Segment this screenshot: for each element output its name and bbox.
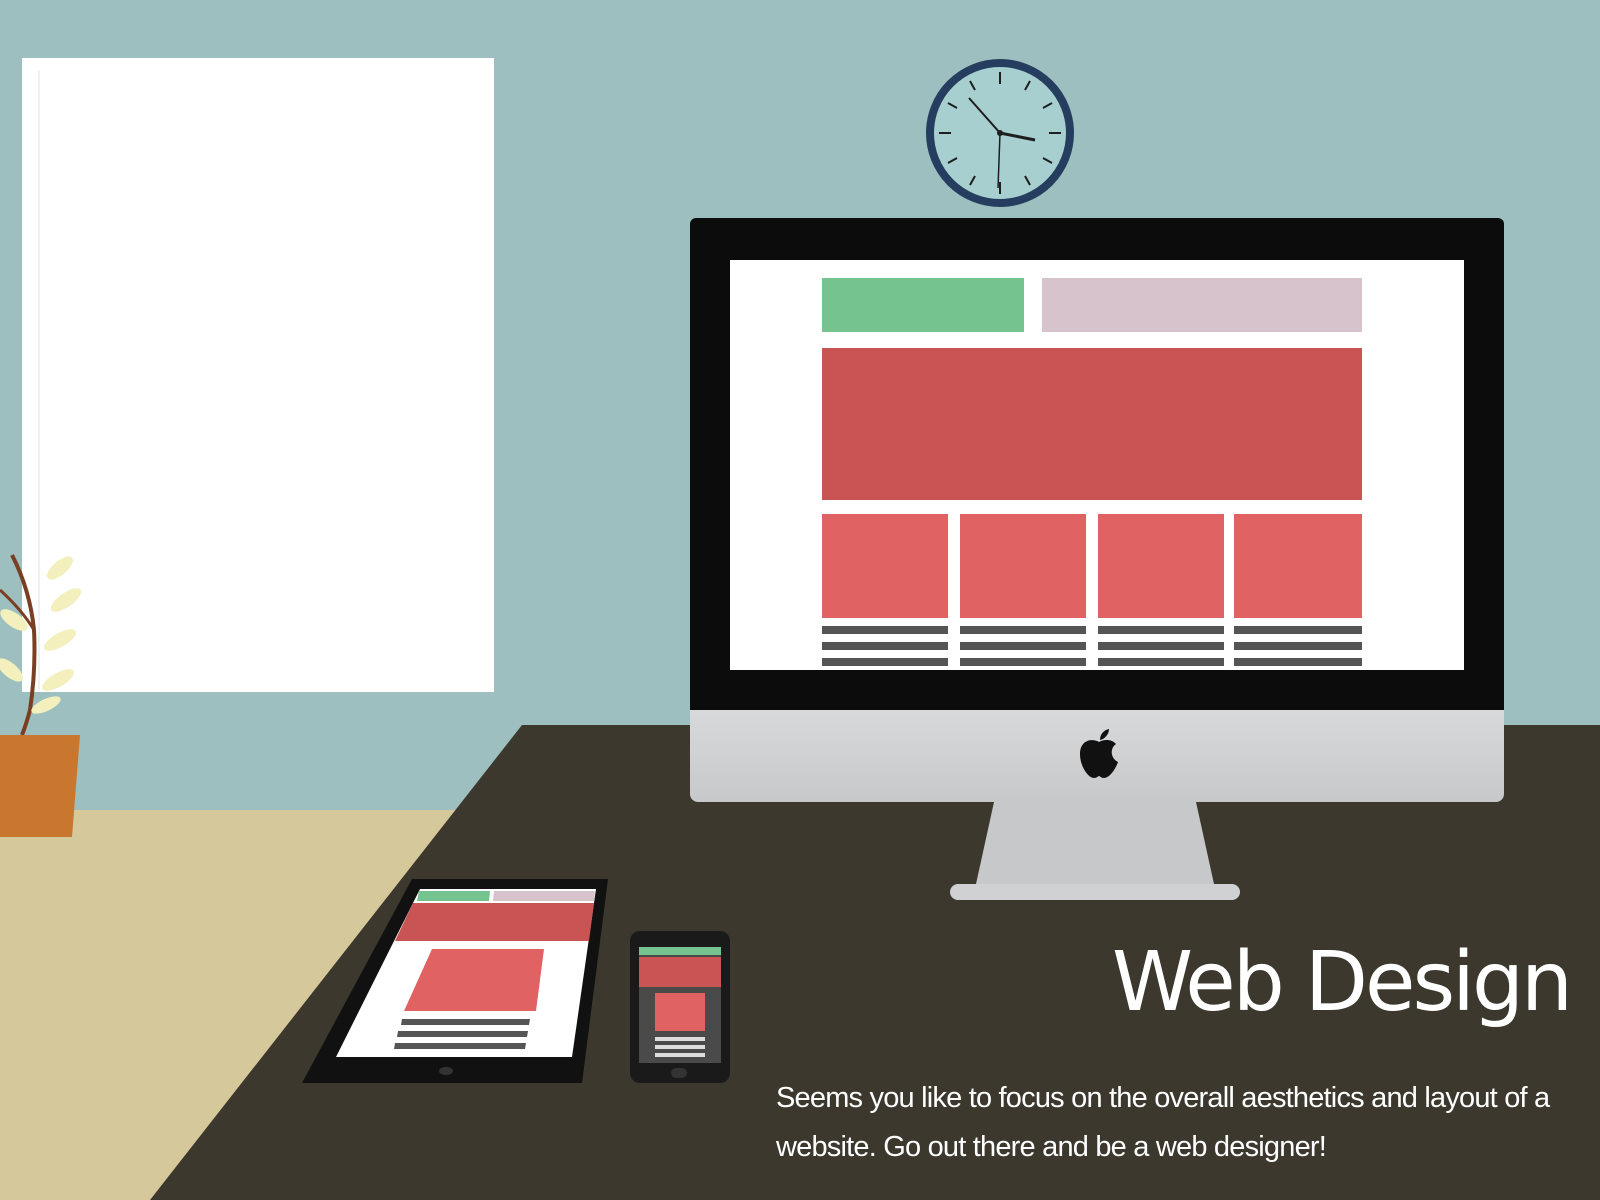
tablet-device [302, 879, 608, 1083]
wireframe-tile-1 [822, 514, 948, 618]
wireframe-text-bar [1098, 642, 1224, 650]
wireframe-text-bar [960, 658, 1086, 666]
apple-logo-icon [1080, 729, 1118, 778]
wireframe-logo-block [822, 278, 1024, 332]
phone-screen [639, 947, 721, 1063]
wireframe-nav-block [1042, 278, 1362, 332]
wireframe-tile-4 [1234, 514, 1362, 618]
wireframe-tile-2 [960, 514, 1086, 618]
desktop-monitor [690, 218, 1504, 802]
page-title: Web Design [1112, 935, 1573, 1030]
monitor-chin [690, 710, 1504, 802]
wireframe-text-bar [822, 626, 948, 634]
monitor-bezel [690, 218, 1504, 710]
wireframe-text-bar [960, 642, 1086, 650]
monitor-screen [730, 260, 1464, 670]
phone-text-bar [655, 1045, 705, 1049]
phone-device [630, 931, 730, 1083]
phone-header-block [639, 947, 721, 955]
wireframe-text-bar [1234, 626, 1362, 634]
wireframe-text-bar [1098, 658, 1224, 666]
description-text: Seems you like to focus on the overall a… [776, 1082, 1550, 1163]
wireframe-text-bar [822, 658, 948, 666]
wireframe-tile-3 [1098, 514, 1224, 618]
wireframe-text-bar [1098, 626, 1224, 634]
phone-home-button [671, 1068, 687, 1078]
wireframe-text-bar [960, 626, 1086, 634]
wireframe-text-bar [1234, 642, 1362, 650]
wireframe-banner-block [822, 348, 1362, 500]
wireframe-text-bar [822, 642, 948, 650]
wireframe-text-bar [1234, 658, 1362, 666]
phone-banner-block [639, 957, 721, 987]
monitor-stand [950, 802, 1240, 900]
phone-tile-block [655, 993, 705, 1031]
plant-icon [0, 554, 82, 837]
phone-text-bar [655, 1037, 705, 1041]
illustration-scene: Web Design Seems you like to focus on th… [0, 0, 1600, 1200]
phone-text-bar [655, 1053, 705, 1057]
wall-clock-icon [926, 59, 1074, 207]
